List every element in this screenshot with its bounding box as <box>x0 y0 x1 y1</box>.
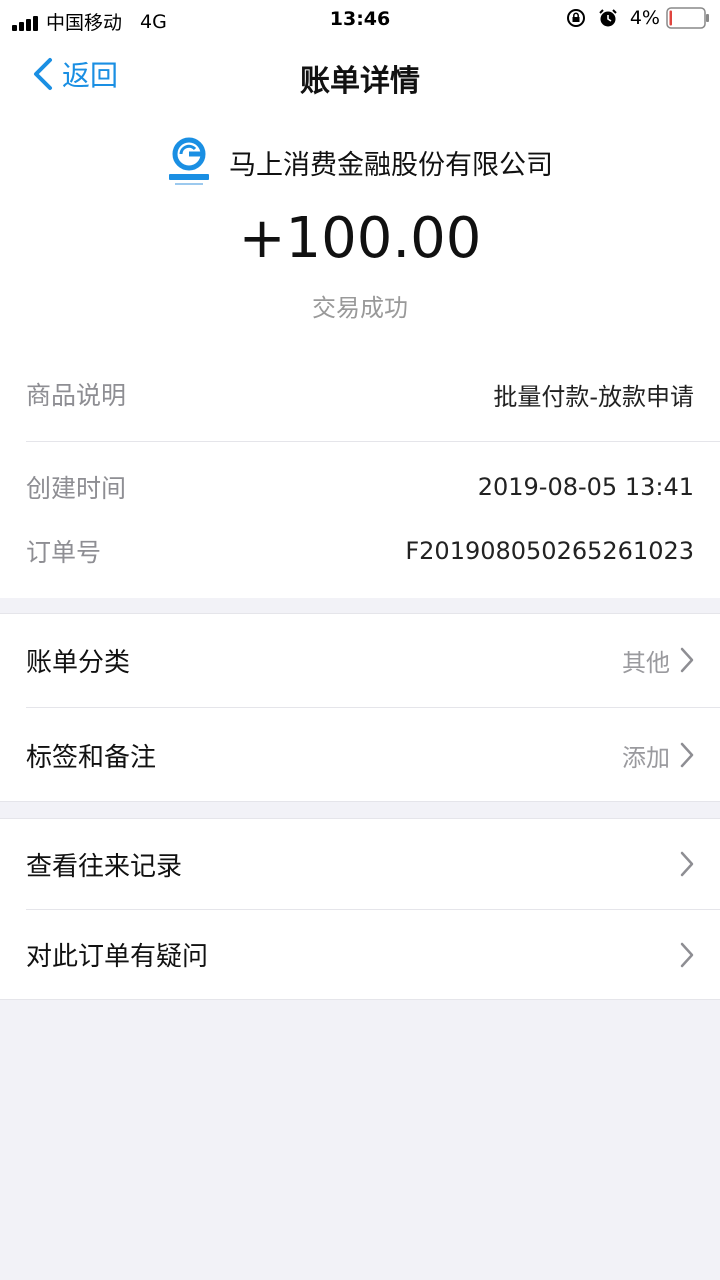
list-item-tags-notes[interactable]: 标签和备注 添加 <box>26 709 694 801</box>
alarm-clock-icon <box>599 9 617 27</box>
list-item-value: 其他 <box>622 648 670 677</box>
actions-group: 查看往来记录 对此订单有疑问 <box>0 818 720 1000</box>
transaction-amount: +100.00 <box>238 206 482 271</box>
navigation-bar: 返回 账单详情 <box>0 40 720 108</box>
detail-value: F201908050265261023 <box>405 537 694 565</box>
transaction-status: 交易成功 <box>312 294 408 322</box>
list-item-label: 账单分类 <box>26 647 131 678</box>
merchant-name: 马上消费金融股份有限公司 <box>229 149 553 181</box>
detail-row-description: 商品说明 批量付款-放款申请 <box>26 374 694 414</box>
detail-label: 创建时间 <box>26 474 127 503</box>
divider <box>26 441 720 442</box>
page-title: 账单详情 <box>300 64 420 99</box>
list-item-label: 标签和备注 <box>26 742 157 773</box>
settings-group: 账单分类 其他 标签和备注 添加 <box>0 613 720 802</box>
merchant-header: 马上消费金融股份有限公司 <box>0 136 720 188</box>
detail-row-created-time: 创建时间 2019-08-05 13:41 <box>26 467 694 507</box>
battery-percentage: 4% <box>629 7 660 29</box>
chevron-right-icon <box>680 942 694 967</box>
mashang-finance-logo-icon <box>169 137 209 185</box>
list-item-value: 添加 <box>622 743 670 772</box>
list-item-right: 其他 <box>622 643 694 678</box>
chevron-right-icon <box>680 742 694 768</box>
battery-icon <box>666 7 709 29</box>
status-bar: 中国移动 4G 13:46 4% <box>0 0 720 40</box>
transaction-card: 马上消费金融股份有限公司 +100.00 交易成功 商品说明 批量付款-放款申请… <box>0 108 720 598</box>
detail-value: 2019-08-05 13:41 <box>477 473 694 501</box>
detail-row-order-number: 订单号 F201908050265261023 <box>26 531 694 571</box>
rotation-lock-icon <box>566 9 585 27</box>
chevron-right-icon <box>680 647 694 673</box>
status-right: 4% <box>566 7 710 29</box>
detail-value: 批量付款-放款申请 <box>493 382 694 411</box>
list-item-bill-category[interactable]: 账单分类 其他 <box>26 614 694 706</box>
detail-label: 订单号 <box>26 538 102 567</box>
list-item-label: 查看往来记录 <box>26 851 183 882</box>
list-item-order-question[interactable]: 对此订单有疑问 <box>26 910 694 999</box>
list-item-view-history[interactable]: 查看往来记录 <box>26 819 694 909</box>
list-item-label: 对此订单有疑问 <box>26 942 209 972</box>
list-item-right: 添加 <box>622 738 694 773</box>
chevron-right-icon <box>680 851 694 877</box>
divider <box>26 707 720 708</box>
detail-label: 商品说明 <box>26 381 127 410</box>
